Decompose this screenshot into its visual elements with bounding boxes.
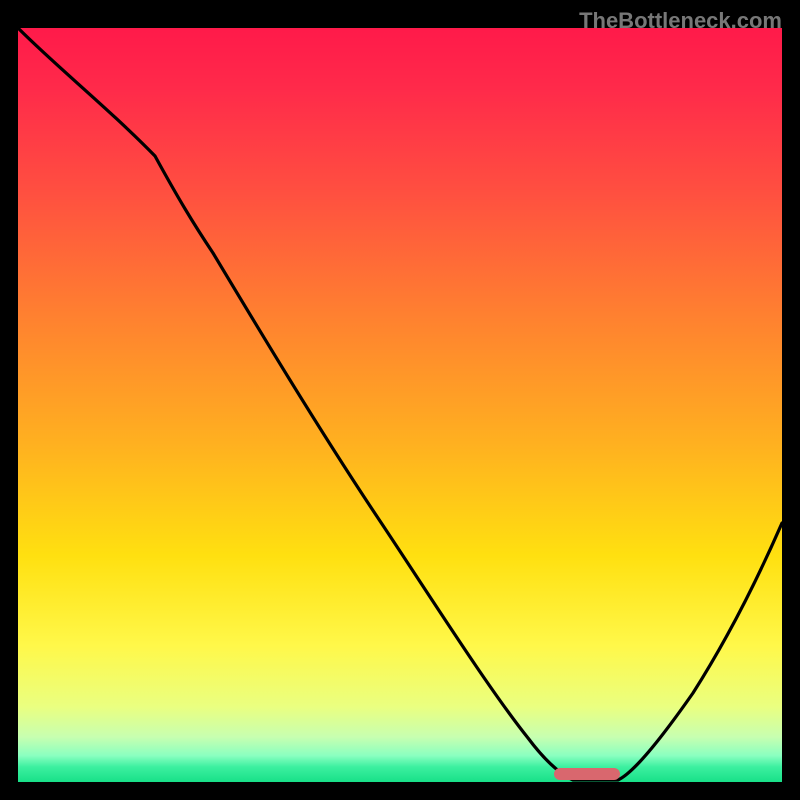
- curve-path: [18, 28, 782, 780]
- optimal-range-marker: [554, 768, 620, 780]
- bottleneck-curve: [18, 28, 782, 782]
- chart-plot-area: [18, 28, 782, 782]
- watermark-text: TheBottleneck.com: [579, 8, 782, 34]
